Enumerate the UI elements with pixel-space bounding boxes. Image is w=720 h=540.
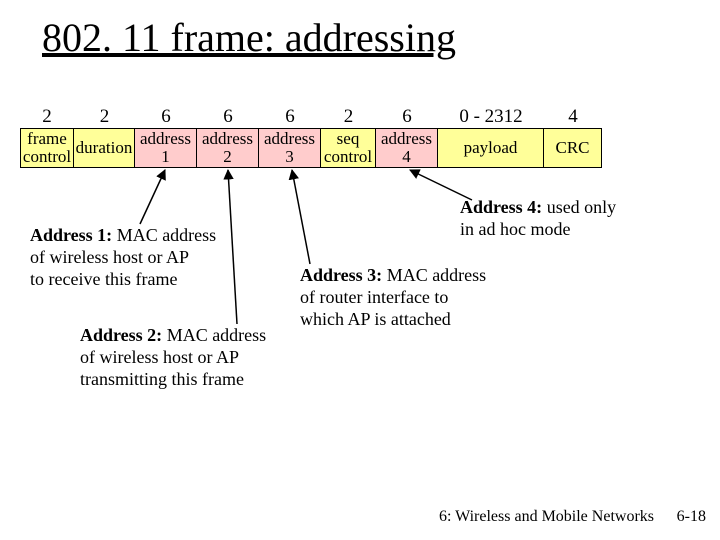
note-address-1: Address 1: MAC addressof wireless host o… (30, 224, 216, 290)
field-frame-control: framecontrol (20, 128, 74, 168)
slide-title: 802. 11 frame: addressing (42, 14, 456, 61)
field-duration: duration (74, 128, 135, 168)
field-crc: CRC (544, 128, 602, 168)
note-address-4: Address 4: used onlyin ad hoc mode (460, 196, 616, 240)
size-address-4: 6 (376, 106, 438, 128)
field-sizes-row: 2 2 6 6 6 2 6 0 - 2312 4 (20, 106, 602, 128)
note-address-2: Address 2: MAC addressof wireless host o… (80, 324, 266, 390)
note-address-3: Address 3: MAC addressof router interfac… (300, 264, 486, 330)
size-address-2: 6 (197, 106, 259, 128)
size-payload: 0 - 2312 (438, 106, 544, 128)
field-address-1: address1 (135, 128, 197, 168)
size-address-1: 6 (135, 106, 197, 128)
footer-chapter: 6: Wireless and Mobile Networks (439, 508, 654, 526)
field-address-2: address2 (197, 128, 259, 168)
field-payload: payload (438, 128, 544, 168)
size-crc: 4 (544, 106, 602, 128)
note-address-3-lead: Address 3: (300, 265, 382, 285)
note-address-1-lead: Address 1: (30, 225, 112, 245)
size-frame-control: 2 (20, 106, 74, 128)
field-address-4: address4 (376, 128, 438, 168)
size-seq-control: 2 (321, 106, 376, 128)
field-address-3: address3 (259, 128, 321, 168)
note-address-4-lead: Address 4: (460, 197, 542, 217)
frame-diagram: 2 2 6 6 6 2 6 0 - 2312 4 framecontrol du… (20, 106, 602, 168)
note-address-2-lead: Address 2: (80, 325, 162, 345)
field-names-row: framecontrol duration address1 address2 … (20, 128, 602, 168)
footer-page-number: 6-18 (677, 508, 706, 526)
size-duration: 2 (74, 106, 135, 128)
field-seq-control: seqcontrol (321, 128, 376, 168)
size-address-3: 6 (259, 106, 321, 128)
